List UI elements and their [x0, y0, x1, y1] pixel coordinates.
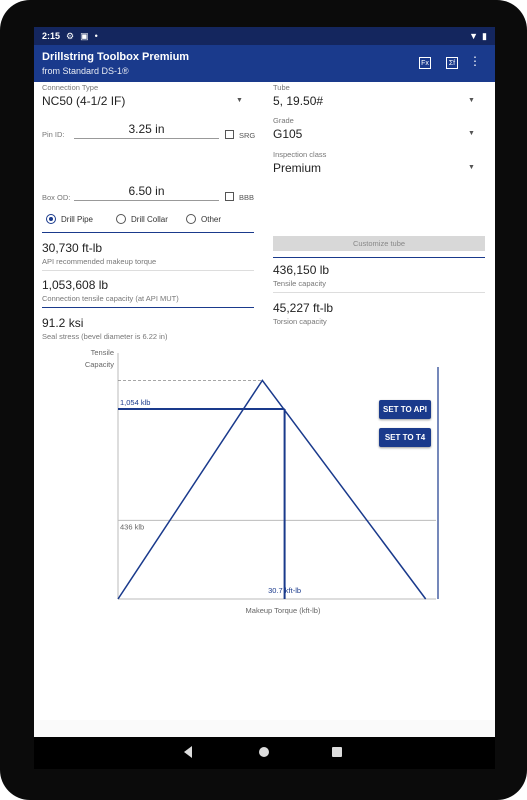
radio-label-other: Other [201, 215, 222, 224]
inspection-class-label: Inspection class [273, 150, 327, 159]
connection-type-label: Connection Type [42, 83, 99, 92]
tube-tensile-annotation: 436 klb [120, 522, 144, 531]
connection-tensile-value: 1,053,608 lb [42, 278, 109, 292]
section-divider [42, 232, 254, 233]
customize-tube-button[interactable]: Customize tube [273, 236, 485, 251]
x-axis-label: Makeup Torque (kft-lb) [246, 606, 321, 615]
section-divider [273, 257, 485, 258]
api-mut-annotation: 30.7 kft-lb [268, 586, 301, 595]
nav-bar [34, 737, 495, 769]
settings-gear-icon: ⚙ [66, 30, 75, 41]
divider [42, 307, 254, 308]
wifi-icon: ▼ [469, 31, 479, 41]
pin-id-label: Pin ID: [42, 130, 65, 139]
connection-type-dropdown[interactable]: NC50 (4-1/2 IF) [42, 94, 125, 108]
inspection-class-dropdown[interactable]: Premium [273, 161, 321, 175]
connection-tensile-label: Connection tensile capacity (at API MUT) [42, 294, 179, 303]
device-screen: 2:15 ⚙ ▣ • ▼ ▮ Drillstring Toolbox Premi… [34, 27, 495, 769]
set-to-api-button[interactable]: SET TO API [379, 400, 431, 419]
radio-label-drill-pipe: Drill Pipe [61, 215, 94, 224]
main-content: Connection Type NC50 (4-1/2 IF) ▼ Pin ID… [34, 82, 495, 720]
srg-checkbox[interactable] [225, 130, 234, 139]
box-od-label: Box OD: [42, 193, 71, 202]
battery-icon: ▮ [482, 30, 487, 41]
back-icon[interactable] [184, 746, 192, 758]
tensile-capacity-label: Tensile capacity [273, 279, 326, 288]
srg-label: SRG [239, 131, 256, 140]
tube-dropdown[interactable]: 5, 19.50# [273, 94, 323, 108]
radio-label-drill-collar: Drill Collar [131, 215, 168, 224]
chevron-down-icon[interactable]: ▼ [468, 130, 475, 137]
torsion-capacity-value: 45,227 ft-lb [273, 301, 334, 315]
grade-dropdown[interactable]: G105 [273, 127, 302, 141]
y-axis-label-line2: Capacity [85, 360, 114, 369]
seal-stress-label: Seal stress (bevel diameter is 6.22 in) [42, 332, 168, 341]
chevron-down-icon[interactable]: ▼ [468, 164, 475, 171]
divider [273, 292, 485, 293]
ruler-icon[interactable]: Fx [419, 57, 431, 69]
app-title: Drillstring Toolbox Premium [42, 51, 190, 63]
divider [42, 270, 254, 271]
makeup-torque-value: 30,730 ft-lb [42, 241, 103, 255]
grade-label: Grade [273, 116, 294, 125]
y-axis-label-line1: Tensile [91, 348, 114, 357]
radio-drill-pipe[interactable] [46, 214, 56, 224]
sigma-icon[interactable]: Σf [446, 57, 458, 69]
connection-tensile-annotation: 1,054 klb [120, 398, 150, 407]
box-od-underline [74, 200, 219, 201]
dot-icon: • [94, 31, 98, 41]
seal-stress-value: 91.2 ksi [42, 316, 84, 330]
recents-icon[interactable] [332, 747, 342, 757]
status-bar: 2:15 ⚙ ▣ • ▼ ▮ [34, 27, 495, 45]
bbb-checkbox[interactable] [225, 192, 234, 201]
more-vert-icon[interactable]: ⋮ [469, 55, 481, 67]
tensile-capacity-value: 436,150 lb [273, 263, 330, 277]
chevron-down-icon[interactable]: ▼ [468, 97, 475, 104]
pin-id-underline [74, 138, 219, 139]
device-bezel: 2:15 ⚙ ▣ • ▼ ▮ Drillstring Toolbox Premi… [0, 0, 527, 800]
tube-label: Tube [273, 83, 290, 92]
set-to-t4-button[interactable]: SET TO T4 [379, 428, 431, 447]
pin-id-input[interactable]: 3.25 in [74, 122, 219, 136]
radio-drill-collar[interactable] [116, 214, 126, 224]
app-subtitle: from Standard DS-1® [42, 66, 129, 76]
torsion-capacity-label: Torsion capacity [273, 317, 327, 326]
radio-other[interactable] [186, 214, 196, 224]
box-od-input[interactable]: 6.50 in [74, 184, 219, 198]
home-icon[interactable] [259, 747, 269, 757]
notification-a-icon: ▣ [80, 30, 89, 41]
app-bar: Drillstring Toolbox Premium from Standar… [34, 45, 495, 82]
chevron-down-icon[interactable]: ▼ [236, 97, 243, 104]
status-time: 2:15 [42, 31, 61, 41]
bbb-label: BBB [239, 193, 255, 202]
makeup-torque-label: API recommended makeup torque [42, 257, 157, 266]
chart: Tensile Capacity 1,054 klb 436 klb 30.7 kft-… [85, 348, 439, 615]
